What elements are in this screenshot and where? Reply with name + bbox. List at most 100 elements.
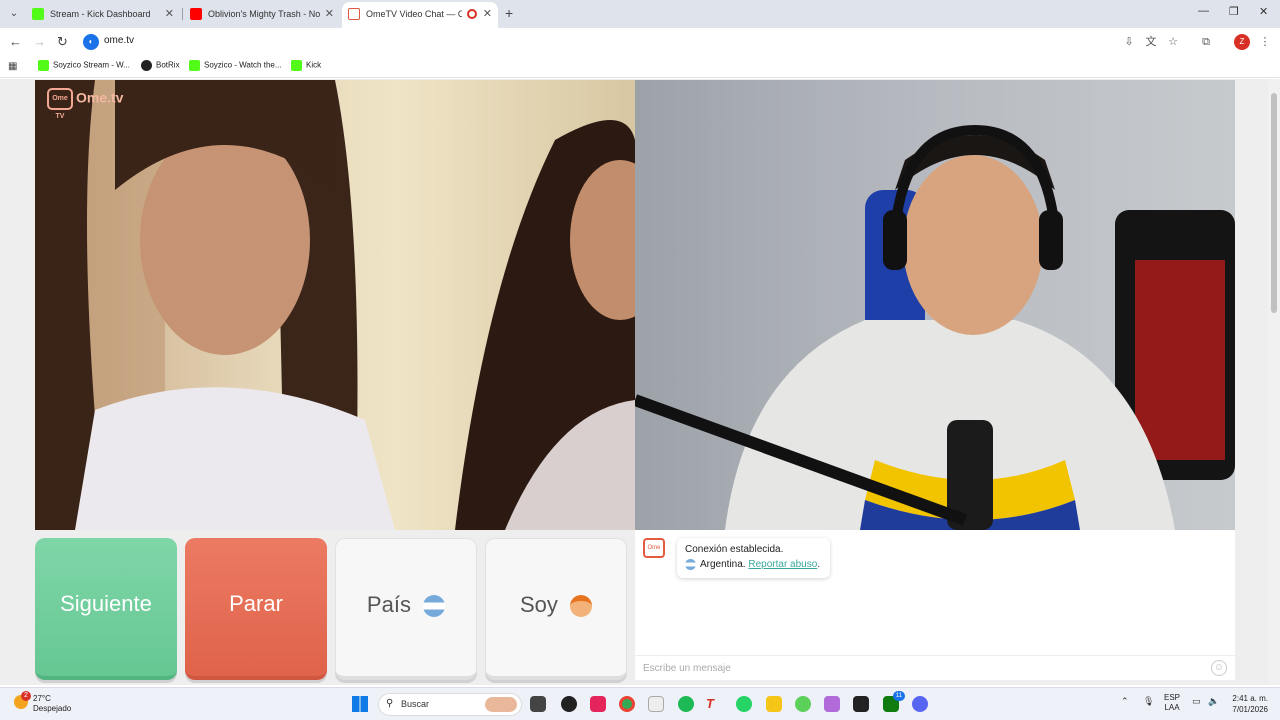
site-info-icon[interactable]: ◐ (83, 34, 99, 50)
bookmark-item[interactable]: Soyzico Stream - W... (38, 60, 130, 71)
file-explorer-icon[interactable] (766, 696, 782, 712)
whatsapp-icon[interactable] (736, 696, 752, 712)
close-tab-icon[interactable]: ✕ (325, 7, 334, 20)
weather-widget[interactable]: 27°C Despejado (33, 694, 71, 714)
bookmark-label: Soyzico Stream - W... (53, 60, 130, 70)
partner-country: Argentina. (700, 559, 746, 570)
report-suffix: . (817, 559, 821, 570)
obs-icon[interactable] (561, 696, 577, 712)
taskbar-search[interactable]: ⚲ Buscar (378, 693, 522, 716)
botrix-favicon-icon (141, 60, 152, 71)
chat-app-icon[interactable] (795, 696, 811, 712)
chrome-icon[interactable] (619, 696, 635, 712)
ometv-logo-icon: Ome TV (47, 88, 73, 120)
discord-icon[interactable] (912, 696, 928, 712)
boy-emoji-icon (570, 595, 593, 618)
system-message: Conexión establecida. Argentina. Reporta… (677, 538, 830, 578)
close-tab-icon[interactable]: ✕ (165, 7, 174, 20)
bookmarks-bar: ▦ Soyzico Stream - W... BotRix Soyzico -… (0, 56, 1280, 78)
url-text: ome.tv (104, 35, 135, 46)
tab-youtube[interactable]: Oblivion's Mighty Trash - No M ✕ (184, 2, 340, 28)
tab-title: Oblivion's Mighty Trash - No M (208, 9, 320, 19)
tab-divider (182, 8, 183, 20)
bookmark-item[interactable]: Kick (291, 60, 321, 71)
profile-avatar[interactable]: Z (1234, 34, 1250, 50)
next-button-label: Siguiente (60, 591, 152, 616)
stop-button[interactable]: Parar (185, 538, 327, 680)
translate-icon[interactable]: 文 (1144, 35, 1158, 49)
bookmark-label: BotRix (156, 60, 180, 70)
clock-time: 2:41 a. m. (1232, 694, 1268, 703)
bookmark-item[interactable]: Soyzico - Watch the... (189, 60, 282, 71)
gender-button-label: Soy (519, 592, 558, 617)
menu-kebab-icon[interactable]: ⋮ (1258, 35, 1272, 49)
windows-start-icon[interactable] (352, 696, 368, 712)
argentina-flag-icon (423, 595, 446, 618)
close-tab-icon[interactable]: ✕ (483, 7, 492, 20)
bookmark-item[interactable]: BotRix (141, 60, 180, 71)
country-button[interactable]: País (335, 538, 477, 680)
temperature: 27°C (33, 694, 51, 703)
install-app-icon[interactable]: ⇩ (1122, 35, 1136, 49)
minimize-icon[interactable]: — (1198, 5, 1209, 17)
bookmark-label: Soyzico - Watch the... (204, 60, 282, 70)
next-button[interactable]: Siguiente (35, 538, 177, 680)
apps-grid-icon[interactable]: ▦ (8, 61, 17, 72)
address-bar[interactable]: ◐ ome.tv (80, 31, 1120, 53)
extensions-puzzle-icon[interactable]: ⧉ (1199, 35, 1213, 49)
forward-arrow-icon[interactable]: → (33, 34, 46, 49)
ometv-page: Ome TVOme.tv Siguiente Parar País Soy Om… (0, 79, 1280, 685)
bookmark-label: Kick (306, 60, 322, 70)
logo-text: Ome.tv (76, 89, 124, 106)
itunes-icon[interactable] (648, 696, 664, 712)
bookmark-star-icon[interactable]: ☆ (1166, 35, 1180, 49)
reload-icon[interactable]: ↻ (57, 34, 68, 50)
tab-title: Stream - Kick Dashboard (50, 9, 151, 19)
windows-taskbar: 2 27°C Despejado ⚲ Buscar T 11 ⌃ 🎙 ESP L… (0, 687, 1280, 720)
language-indicator[interactable]: ESP LAA (1164, 693, 1180, 713)
gender-button[interactable]: Soy (485, 538, 627, 680)
search-label: Buscar (401, 699, 430, 709)
page-scrollbar[interactable] (1268, 79, 1280, 685)
copilot-icon[interactable] (824, 696, 840, 712)
emoji-smiley-icon[interactable]: ☺ (1211, 660, 1227, 676)
kick-favicon-icon (291, 60, 302, 71)
connection-status: Conexión establecida. (685, 544, 784, 555)
new-tab-plus-icon[interactable]: + (505, 5, 513, 21)
tab-strip: ⌄ Stream - Kick Dashboard ✕ Oblivion's M… (0, 0, 1280, 28)
network-icon[interactable]: ▭ (1192, 696, 1201, 707)
language-code: ESP (1164, 693, 1181, 702)
self-video (635, 80, 1235, 530)
message-input[interactable]: Escribe un mensaje (635, 655, 1235, 680)
tiktok-icon[interactable] (590, 696, 606, 712)
chat-panel: Ome Conexión establecida. Argentina. Rep… (635, 530, 1235, 680)
self-video-scene (635, 124, 1235, 530)
volume-icon[interactable]: 🔈 (1208, 696, 1219, 707)
report-abuse-link[interactable]: Reportar abuso (748, 559, 817, 570)
stranger-video-scene (35, 80, 635, 530)
stranger-video: Ome TVOme.tv (35, 80, 635, 530)
kick-favicon-icon (189, 60, 200, 71)
tab-ometv[interactable]: OmeTV Video Chat — Ome ✕ (342, 2, 498, 28)
recording-indicator-icon (467, 9, 477, 19)
show-hidden-icons-chevron-icon[interactable]: ⌃ (1121, 696, 1129, 707)
notification-badge: 2 (21, 691, 31, 701)
spotify-icon[interactable] (678, 696, 694, 712)
text-editor-icon[interactable]: T (706, 696, 722, 712)
microphone-icon[interactable]: 🎙 (1143, 696, 1154, 707)
scrollbar-thumb[interactable] (1271, 93, 1277, 313)
browser-toolbar: ← → ↻ ◐ ome.tv ⇩ 文 ☆ ⧉ Z ⋮ (0, 28, 1280, 56)
window-close-icon[interactable]: ✕ (1259, 5, 1268, 18)
search-highlight-image (485, 697, 517, 712)
capcut-icon[interactable] (853, 696, 869, 712)
clock-date: 7/01/2026 (1232, 705, 1268, 714)
country-button-label: País (366, 592, 411, 617)
ometv-logo: Ome TVOme.tv (47, 88, 124, 120)
tab-search-chevron-icon[interactable]: ⌄ (5, 5, 23, 23)
task-view-icon[interactable] (530, 696, 546, 712)
tab-kick-dashboard[interactable]: Stream - Kick Dashboard ✕ (26, 2, 180, 28)
system-clock[interactable]: 2:41 a. m. 7/01/2026 (1228, 693, 1268, 715)
back-arrow-icon[interactable]: ← (9, 34, 22, 49)
weather-condition: Despejado (33, 704, 72, 713)
restore-icon[interactable]: ❐ (1229, 5, 1239, 18)
